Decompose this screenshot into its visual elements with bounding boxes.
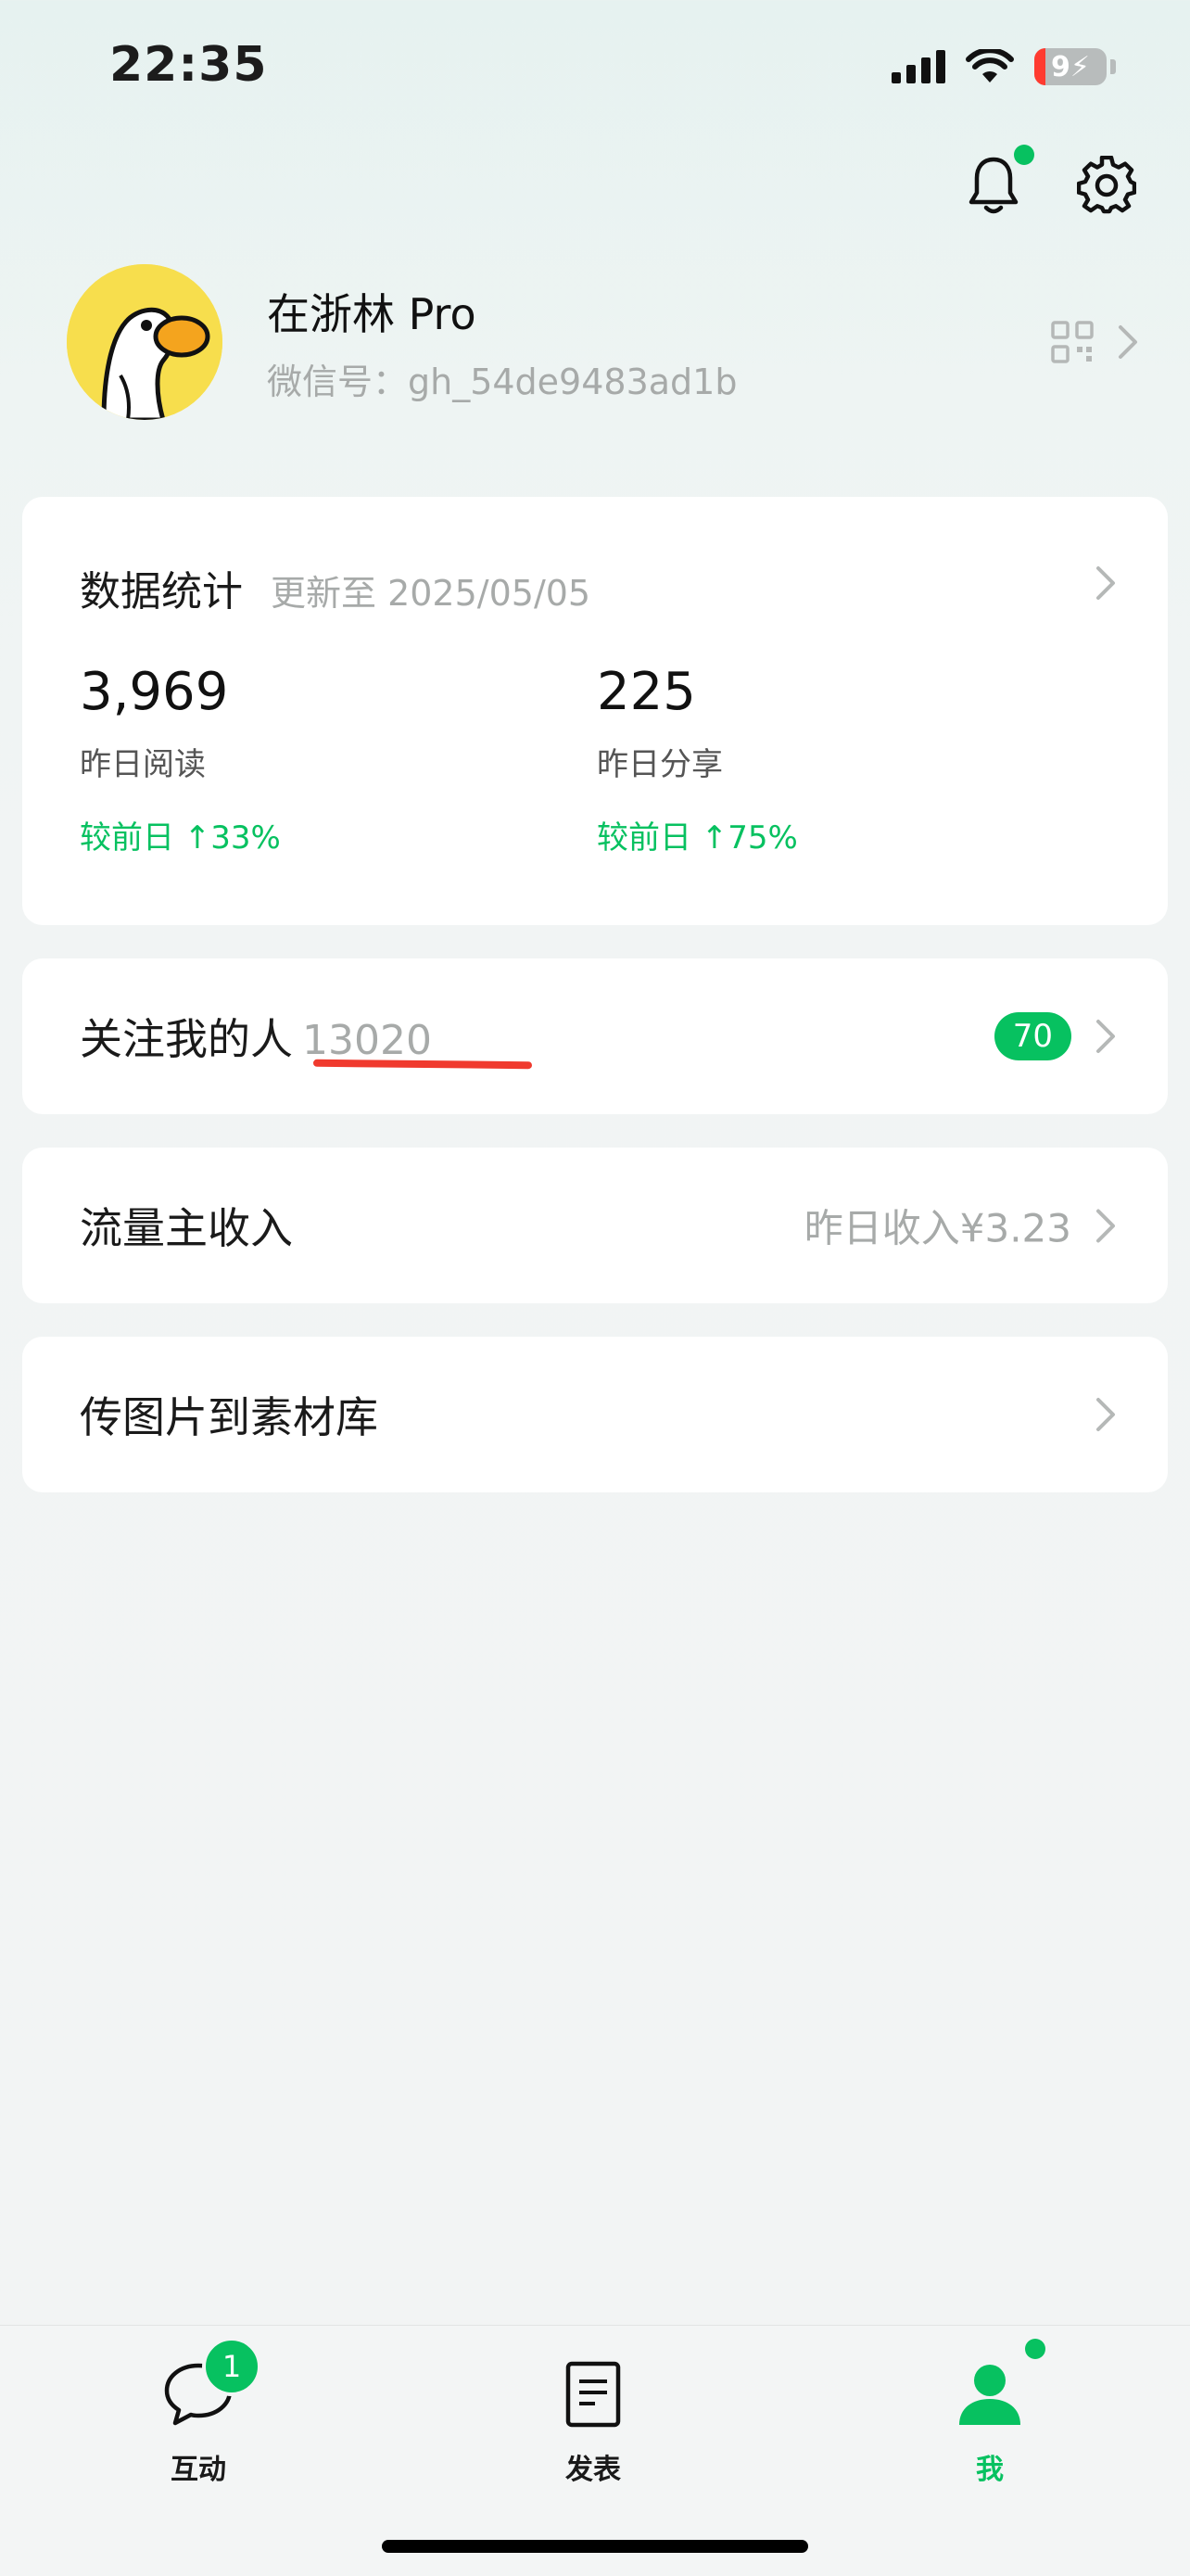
status-icons: 9 ⚡ — [892, 44, 1116, 89]
tab-publish[interactable]: 发表 — [500, 2357, 686, 2487]
stat-value: 3,969 — [80, 662, 229, 722]
notifications-button[interactable] — [962, 145, 1034, 217]
bell-icon — [968, 157, 1019, 214]
stat-label: 昨日分享 — [597, 746, 723, 783]
followers-count: 13020 — [302, 1017, 432, 1064]
battery-icon: 9 ⚡ — [1034, 48, 1107, 85]
chevron-right-icon — [1096, 566, 1115, 600]
tab-me[interactable]: 我 — [897, 2339, 1082, 2487]
unread-badge: 1 — [202, 2337, 261, 2396]
stats-updated-date: 更新至 2025/05/05 — [271, 573, 591, 614]
duck-avatar-icon — [67, 264, 222, 420]
chevron-right-icon — [1096, 1020, 1115, 1053]
tab-interaction[interactable]: 1 互动 — [106, 2337, 291, 2487]
income-yesterday: 昨日收入¥3.23 — [804, 1205, 1071, 1251]
signal-icon — [892, 50, 945, 83]
income-label: 流量主收入 — [80, 1203, 293, 1253]
tab-label: 互动 — [171, 2454, 226, 2486]
person-icon — [959, 2365, 1020, 2425]
stats-card[interactable]: 数据统计 更新至 2025/05/05 3,969 昨日阅读 较前日 ↑33% … — [22, 497, 1168, 925]
stat-shares: 225 昨日分享 较前日 ↑75% — [597, 662, 798, 857]
avatar[interactable] — [67, 264, 222, 420]
chevron-right-icon — [1119, 325, 1137, 359]
notification-dot — [1014, 145, 1034, 165]
upload-images-row[interactable]: 传图片到素材库 — [22, 1337, 1168, 1492]
stat-change: 较前日 ↑33% — [80, 819, 281, 857]
tab-label: 我 — [976, 2454, 1004, 2486]
new-followers-badge: 70 — [994, 1012, 1071, 1060]
qr-code-icon[interactable] — [1051, 321, 1094, 363]
stat-label: 昨日阅读 — [80, 746, 206, 783]
stat-reads: 3,969 昨日阅读 较前日 ↑33% — [80, 662, 281, 857]
income-row[interactable]: 流量主收入 昨日收入¥3.23 — [22, 1148, 1168, 1303]
stat-change: 较前日 ↑75% — [597, 819, 798, 857]
chevron-right-icon — [1096, 1209, 1115, 1242]
followers-label: 关注我的人 — [80, 1014, 293, 1064]
profile-header[interactable]: 在浙林 Pro 微信号：gh_54de9483ad1b — [67, 263, 1138, 421]
upload-label: 传图片到素材库 — [80, 1392, 378, 1442]
gear-icon — [1077, 156, 1136, 214]
document-icon — [565, 2361, 621, 2428]
status-time: 22:35 — [109, 37, 268, 93]
account-name: 在浙林 Pro — [267, 288, 476, 339]
stat-value: 225 — [597, 662, 696, 722]
stats-title: 数据统计 — [80, 568, 243, 615]
settings-button[interactable] — [1075, 154, 1138, 217]
followers-row[interactable]: 关注我的人 13020 70 — [22, 958, 1168, 1114]
battery-level: 9 — [1051, 50, 1070, 83]
wifi-icon — [966, 49, 1014, 82]
tab-label: 发表 — [565, 2454, 621, 2486]
wechat-id: 微信号：gh_54de9483ad1b — [267, 361, 738, 402]
home-indicator — [382, 2540, 808, 2553]
notification-dot — [1025, 2339, 1045, 2359]
tab-bar: 1 互动 发表 我 — [0, 2325, 1190, 2576]
chevron-right-icon — [1096, 1398, 1115, 1431]
